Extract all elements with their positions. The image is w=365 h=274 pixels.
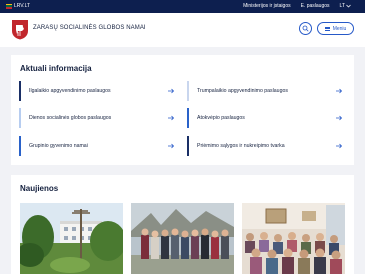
menu-button[interactable]: Meniu [317, 22, 354, 35]
news-image-group-outdoors[interactable] [131, 203, 234, 274]
info-card-label: Dienos socialinės globos paslaugos [29, 115, 112, 121]
info-card-short-term-housing[interactable]: Trumpalaikio apgyvendinimo paslaugos [187, 81, 345, 101]
info-card-accent-bar [187, 108, 189, 128]
arrow-right-icon [168, 143, 175, 149]
site-title[interactable]: ZARASŲ SOCIALINĖS GLOBOS NAMAI [33, 25, 146, 31]
info-card-accent-bar [187, 136, 189, 156]
search-button[interactable] [299, 22, 312, 35]
news-image-building[interactable] [20, 203, 123, 274]
info-card-group-living[interactable]: Grupinio gyvenimo namai [19, 136, 177, 156]
info-panel-title: Aktuali informacija [20, 64, 92, 73]
info-card-label: Priėmimo sąlygos ir nukreipimo tvarka [197, 143, 285, 149]
info-card-accent-bar [19, 136, 21, 156]
ministries-link[interactable]: Ministerijos ir įstaigos [243, 3, 291, 9]
info-card-day-care[interactable]: Dienos socialinės globos paslaugos [19, 108, 177, 128]
gov-brand-label: LRV.LT [14, 3, 31, 9]
info-card-admission[interactable]: Priėmimo sąlygos ir nukreipimo tvarka [187, 136, 345, 156]
info-card-label: Grupinio gyvenimo namai [29, 143, 88, 149]
coat-of-arms-logo-icon[interactable] [11, 19, 29, 40]
news-panel: Naujienos [11, 175, 354, 274]
info-card-accent-bar [187, 81, 189, 101]
chevron-down-icon [346, 4, 351, 8]
language-selector[interactable]: LT [340, 3, 351, 9]
info-card-accent-bar [19, 81, 21, 101]
news-photo-building [20, 203, 123, 274]
news-image-audience[interactable] [242, 203, 345, 274]
site-header: ZARASŲ SOCIALINĖS GLOBOS NAMAI Meniu [0, 13, 365, 47]
language-label: LT [339, 3, 345, 9]
search-icon [302, 25, 309, 32]
hamburger-icon [324, 26, 330, 31]
gov-brand-link[interactable]: LRV.LT [6, 3, 30, 9]
info-card-label: Ilgalaikio apgyvendinimo paslaugos [29, 88, 111, 94]
arrow-right-icon [336, 115, 343, 121]
lithuania-flag-icon [6, 3, 12, 9]
news-photo-audience [242, 203, 345, 274]
info-card-label: Trumpalaikio apgyvendinimo paslaugos [197, 88, 288, 94]
news-photo-group [131, 203, 234, 274]
eservices-link[interactable]: E. paslaugos [301, 3, 330, 9]
news-panel-title: Naujienos [20, 184, 59, 193]
arrow-right-icon [168, 115, 175, 121]
arrow-right-icon [168, 88, 175, 94]
info-card-long-term-housing[interactable]: Ilgalaikio apgyvendinimo paslaugos [19, 81, 177, 101]
info-panel: Aktuali informacija Ilgalaikio apgyvendi… [11, 55, 354, 165]
top-bar: LRV.LT Ministerijos ir įstaigos E. pasla… [0, 0, 365, 13]
menu-label: Meniu [332, 25, 347, 32]
info-card-label: Atokvėpio paslaugos [197, 115, 245, 121]
arrow-right-icon [336, 143, 343, 149]
arrow-right-icon [336, 88, 343, 94]
info-card-accent-bar [19, 108, 21, 128]
info-card-respite[interactable]: Atokvėpio paslaugos [187, 108, 345, 128]
